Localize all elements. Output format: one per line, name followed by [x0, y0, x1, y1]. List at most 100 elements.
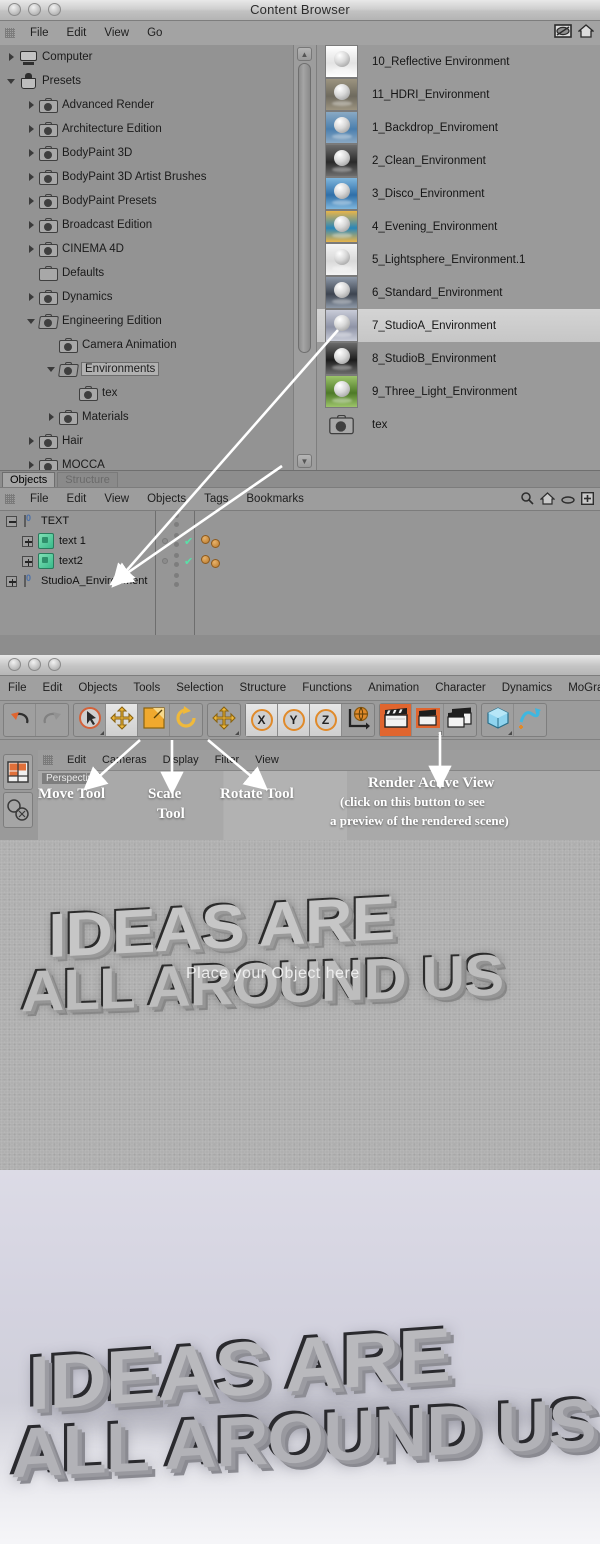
tree-item-defaults[interactable]: Defaults [0, 261, 293, 285]
cb-menu-view[interactable]: View [95, 21, 138, 45]
object-visibility-column[interactable]: ✔ ✔ [156, 511, 195, 635]
disclosure-triangle[interactable] [46, 363, 58, 375]
disclosure-triangle[interactable] [26, 459, 38, 470]
disclosure-triangle[interactable] [26, 435, 38, 447]
tab-structure[interactable]: Structure [57, 472, 118, 487]
file-list-item[interactable]: 6_Standard_Environment [317, 276, 600, 309]
visibility-toggle[interactable] [174, 513, 179, 529]
expander-plus[interactable] [22, 535, 33, 547]
om-menu-edit[interactable]: Edit [58, 488, 96, 510]
menu-corner-icon[interactable] [235, 731, 239, 735]
tag-slots[interactable] [195, 551, 600, 571]
tag-slots[interactable] [195, 511, 600, 531]
disclosure-triangle[interactable] [26, 219, 38, 231]
main-menu-objects[interactable]: Objects [70, 676, 125, 700]
file-list-item[interactable]: 9_Three_Light_Environment [317, 375, 600, 408]
file-list-item[interactable]: 1_Backdrop_Enviroment [317, 111, 600, 144]
x-axis-button[interactable]: X [246, 704, 278, 736]
tree-item-broadcast-edition[interactable]: Broadcast Edition [0, 213, 293, 237]
object-tag-icon[interactable] [201, 554, 210, 564]
tree-item-tex[interactable]: tex [0, 381, 293, 405]
tree-item-advanced-render[interactable]: Advanced Render [0, 93, 293, 117]
om-menu-file[interactable]: File [21, 488, 58, 510]
visibility-dots[interactable]: ✔ [156, 551, 194, 571]
tree-item-mocca[interactable]: MOCCA [0, 453, 293, 470]
scale-tool-button[interactable] [138, 704, 170, 736]
om-menu-objects[interactable]: Objects [138, 488, 195, 510]
tag-slots[interactable] [195, 571, 600, 591]
main-menu-mogra[interactable]: MoGra [560, 676, 600, 700]
file-list-item[interactable]: 4_Evening_Environment [317, 210, 600, 243]
add-cube-button[interactable] [482, 704, 514, 736]
cb-menu-edit[interactable]: Edit [58, 21, 96, 45]
file-list-item[interactable]: 3_Disco_Environment [317, 177, 600, 210]
world-coordinates-button[interactable] [342, 704, 374, 736]
add-spline-button[interactable] [514, 704, 546, 736]
om-menu-tags[interactable]: Tags [195, 488, 237, 510]
main-menu-character[interactable]: Character [427, 676, 494, 700]
enable-dot[interactable] [162, 538, 168, 544]
disclosure-triangle[interactable] [46, 411, 58, 423]
main-menu-functions[interactable]: Functions [294, 676, 360, 700]
expander-plus[interactable] [22, 555, 33, 567]
disclosure-triangle[interactable] [26, 195, 38, 207]
home-icon[interactable] [577, 24, 595, 43]
scrollbar-thumb[interactable] [298, 63, 311, 353]
menu-grip-icon[interactable] [5, 494, 15, 504]
tree-item-dynamics[interactable]: Dynamics [0, 285, 293, 309]
disclosure-triangle[interactable] [6, 75, 18, 87]
tree-item-architecture-edition[interactable]: Architecture Edition [0, 117, 293, 141]
visibility-toggle[interactable] [174, 573, 179, 589]
scroll-down-button[interactable]: ▼ [297, 454, 312, 468]
tree-item-bodypaint-3d[interactable]: BodyPaint 3D [0, 141, 293, 165]
om-menu-view[interactable]: View [95, 488, 138, 510]
main-menu-animation[interactable]: Animation [360, 676, 427, 700]
undo-button[interactable] [4, 704, 36, 736]
disclosure-triangle[interactable] [26, 291, 38, 303]
file-list-item[interactable]: tex [317, 408, 600, 441]
main-menu-selection[interactable]: Selection [168, 676, 231, 700]
object-row[interactable]: text2 [0, 551, 155, 571]
object-row[interactable]: text 1 [0, 531, 155, 551]
tree-item-cinema-4d[interactable]: CINEMA 4D [0, 237, 293, 261]
disclosure-triangle[interactable] [26, 171, 38, 183]
close-button[interactable] [8, 658, 21, 671]
tree-item-bodypaint-3d-artist-brushes[interactable]: BodyPaint 3D Artist Brushes [0, 165, 293, 189]
plus-box-icon[interactable] [580, 491, 595, 510]
visibility-toggle[interactable] [174, 533, 179, 549]
zoom-button[interactable] [48, 658, 61, 671]
menu-grip-icon[interactable] [43, 755, 53, 765]
tree-item-presets[interactable]: Presets [0, 69, 293, 93]
tab-objects[interactable]: Objects [2, 472, 56, 487]
viewport-3d-scene[interactable]: IDEAS ARE ALL AROUND US [0, 840, 600, 1170]
tree-item-computer[interactable]: Computer [0, 45, 293, 69]
menu-corner-icon[interactable] [508, 731, 512, 735]
search-icon[interactable] [520, 491, 534, 510]
disclosure-triangle[interactable] [26, 315, 38, 327]
render-active-view-button[interactable] [380, 704, 412, 736]
main-menu-structure[interactable]: Structure [232, 676, 295, 700]
visibility-toggle[interactable] [174, 553, 179, 569]
redo-button[interactable] [36, 704, 68, 736]
layout-icon[interactable] [3, 754, 33, 790]
visibility-dots[interactable] [156, 511, 194, 531]
vp-menu-view[interactable]: View [247, 750, 287, 770]
vp-menu-edit[interactable]: Edit [59, 750, 94, 770]
move-axis-button[interactable] [208, 704, 240, 736]
object-tag-icon[interactable] [201, 534, 210, 544]
menu-corner-icon[interactable] [438, 731, 442, 735]
menu-grip-icon[interactable] [5, 28, 15, 38]
cb-menu-go[interactable]: Go [138, 21, 171, 45]
main-window-controls[interactable] [8, 658, 61, 671]
tag-slots[interactable] [195, 531, 600, 551]
tree-item-engineering-edition[interactable]: Engineering Edition [0, 309, 293, 333]
render-region-button[interactable] [412, 704, 444, 736]
content-browser-file-list[interactable]: 10_Reflective Environment 11_HDRI_Environ… [317, 45, 600, 470]
vp-menu-filter[interactable]: Filter [207, 750, 247, 770]
visibility-dots[interactable] [156, 571, 194, 591]
eye-icon[interactable] [561, 492, 575, 510]
disclosure-triangle[interactable] [26, 99, 38, 111]
disclosure-triangle[interactable] [26, 123, 38, 135]
disclosure-triangle[interactable] [26, 243, 38, 255]
tree-item-bodypaint-presets[interactable]: BodyPaint Presets [0, 189, 293, 213]
